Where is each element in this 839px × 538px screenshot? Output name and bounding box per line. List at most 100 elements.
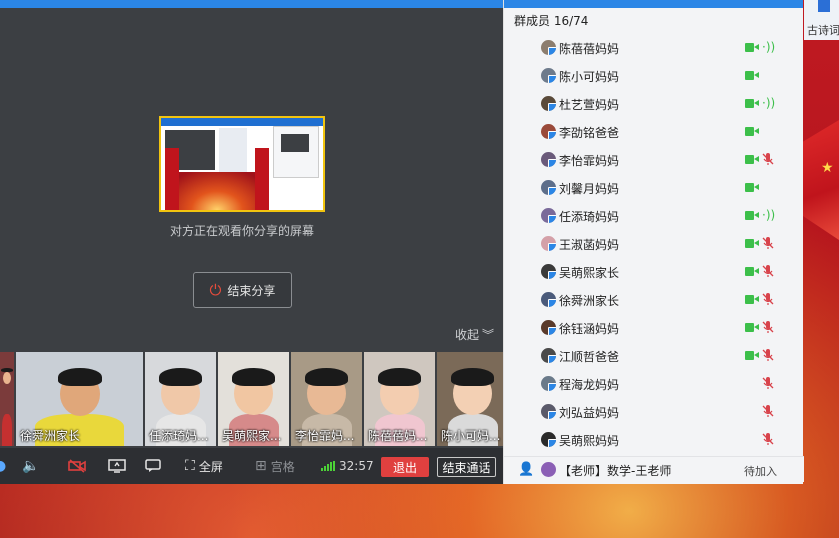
teacher-status: 待加入 (744, 465, 777, 478)
avatar (541, 264, 556, 279)
member-row[interactable]: 陈蓓蓓妈妈 ·)) (504, 33, 804, 61)
mic-muted-icon (762, 292, 774, 310)
member-row[interactable]: 徐舜洲家长 (504, 285, 804, 313)
member-name: 吴萌熙妈妈 (559, 434, 620, 448)
member-row[interactable]: 吴萌熙妈妈 (504, 425, 804, 453)
grid-label: 宫格 (270, 459, 295, 474)
teacher-name: 【老师】数学-王老师 (559, 464, 672, 478)
member-row[interactable]: 杜艺萱妈妈 ·)) (504, 89, 804, 117)
person-icon: 👤 (518, 462, 535, 477)
member-name: 李劭铭爸爸 (559, 126, 620, 140)
avatar (541, 236, 556, 251)
screen-share-button[interactable] (108, 448, 126, 484)
speaking-icon: ·)) (762, 96, 776, 110)
camera-on-icon (745, 43, 759, 52)
video-tile-name: 任添琦妈... (149, 429, 209, 443)
participant-hair (451, 368, 494, 386)
network-status: 32:57 (321, 448, 374, 484)
member-name: 李怡霏妈妈 (559, 154, 620, 168)
camera-on-icon (745, 71, 759, 80)
desktop-shortcut[interactable]: 古诗词 (804, 0, 839, 40)
participant-face (3, 372, 11, 384)
video-tile[interactable]: 任添琦妈... (145, 352, 216, 446)
member-row[interactable]: 徐钰涵妈妈 (504, 313, 804, 341)
member-name: 任添琦妈妈 (559, 210, 620, 224)
participant-hair (305, 368, 348, 386)
video-tile[interactable]: 陈蓓蓓妈... (364, 352, 435, 446)
video-tile-name: 李怡霏妈... (295, 429, 355, 443)
video-tile[interactable]: 陈小可妈... (437, 352, 508, 446)
avatar (541, 292, 556, 307)
collapse-label: 收起 (455, 328, 480, 342)
stop-share-button[interactable]: ⏻ 结束分享 (193, 272, 292, 308)
signal-strength-icon (321, 461, 335, 471)
screen-share-icon (108, 459, 126, 473)
camera-on-icon (745, 295, 759, 304)
collapse-button[interactable]: 收起 ︾ (455, 326, 494, 343)
video-tile[interactable]: 徐舜洲家长 (16, 352, 143, 446)
call-timer: 32:57 (339, 459, 374, 473)
camera-on-icon (745, 127, 759, 136)
member-name: 刘馨月妈妈 (559, 182, 620, 196)
chevron-double-down-icon: ︾ (482, 328, 495, 342)
fullscreen-label: 全屏 (198, 459, 223, 474)
speaking-icon: ·)) (762, 40, 776, 54)
grid-icon: ⊞ (255, 458, 267, 474)
avatar (541, 376, 556, 391)
grid-view-button[interactable]: ⊞ 宫格 (255, 448, 295, 484)
video-tile[interactable]: 吴萌熙家... (218, 352, 289, 446)
video-tile[interactable]: 李怡霏妈... (291, 352, 362, 446)
preview-titlebar (161, 118, 323, 126)
avatar (541, 40, 556, 55)
participant-body (2, 414, 12, 446)
end-call-button[interactable]: 结束通话 (437, 457, 496, 477)
member-name: 刘弘益妈妈 (559, 406, 620, 420)
speaker-button[interactable]: 🔈 (22, 448, 39, 484)
avatar (541, 152, 556, 167)
member-count-title: 群成员 16/74 (514, 14, 589, 28)
exit-button[interactable]: 退出 (381, 457, 429, 477)
share-status-text: 对方正在观看你分享的屏幕 (169, 224, 314, 238)
member-name: 徐钰涵妈妈 (559, 322, 620, 336)
member-row[interactable]: 李怡霏妈妈 (504, 145, 804, 173)
participant-hair (232, 368, 275, 386)
member-row[interactable]: 任添琦妈妈 ·)) (504, 201, 804, 229)
camera-on-icon (745, 183, 759, 192)
member-row[interactable]: 刘弘益妈妈 (504, 397, 804, 425)
participant-hair (58, 368, 102, 386)
member-panel: 群成员 16/74 陈蓓蓓妈妈 ·)) 陈小可妈妈杜艺萱妈妈 ·)) 李劭铭爸爸李怡霏妈… (503, 0, 804, 484)
camera-on-icon (745, 155, 759, 164)
member-row[interactable]: 王淑菡妈妈 (504, 229, 804, 257)
camera-on-icon (745, 323, 759, 332)
member-name: 陈蓓蓓妈妈 (559, 42, 620, 56)
member-row[interactable]: 李劭铭爸爸 (504, 117, 804, 145)
member-row[interactable]: 吴萌熙家长 (504, 257, 804, 285)
speaking-icon: ·)) (762, 208, 776, 222)
video-tile-name: 吴萌熙家... (222, 429, 282, 443)
teacher-row[interactable]: 👤 【老师】数学-王老师 待加入 (504, 456, 804, 482)
member-name: 王淑菡妈妈 (559, 238, 620, 252)
member-row[interactable]: 刘馨月妈妈 (504, 173, 804, 201)
mic-muted-icon (762, 348, 774, 366)
member-name: 吴萌熙家长 (559, 266, 620, 280)
video-tile-name: 徐舜洲家长 (20, 429, 81, 443)
member-row[interactable]: 程海龙妈妈 (504, 369, 804, 397)
chat-button[interactable] (145, 448, 161, 484)
video-tile-name: 陈蓓蓓妈... (368, 429, 428, 443)
stop-share-label: 结束分享 (227, 283, 276, 298)
camera-toggle-button[interactable] (68, 448, 86, 484)
screen-share-preview (159, 116, 325, 212)
preview-curtain-left (165, 148, 179, 210)
member-name: 陈小可妈妈 (559, 70, 620, 84)
mic-muted-icon (762, 376, 774, 394)
video-tile[interactable] (0, 352, 14, 446)
avatar (541, 432, 556, 447)
preview-curtain-right (255, 148, 269, 210)
microphone-button[interactable]: ● (0, 448, 6, 484)
camera-on-icon (745, 351, 759, 360)
member-row[interactable]: 江顺哲爸爸 (504, 341, 804, 369)
member-row[interactable]: 陈小可妈妈 (504, 61, 804, 89)
preview-stage (165, 172, 269, 210)
fullscreen-button[interactable]: ⛶ 全屏 (185, 448, 223, 484)
mic-muted-icon (762, 236, 774, 254)
